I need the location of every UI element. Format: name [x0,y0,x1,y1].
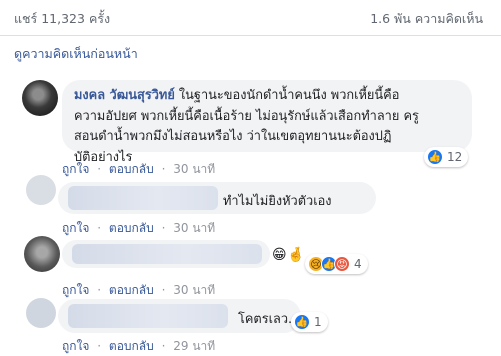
blurred-author-name [72,244,262,264]
avatar[interactable] [22,80,58,116]
comment-bubble: มงคล วัฒนสุรวิทย์ ในฐานะของนักดำน้ำคนนึง… [62,80,472,165]
avatar[interactable] [24,236,60,272]
like-link[interactable]: ถูกใจ [62,162,89,176]
timestamp[interactable]: 30 นาที [173,221,215,235]
like-link[interactable]: ถูกใจ [62,221,89,235]
like-link[interactable]: ถูกใจ [62,339,89,353]
like-link[interactable]: ถูกใจ [62,283,89,297]
comment-bubble: โคตรเลว.. [58,299,301,333]
reaction-count: 4 [354,257,362,271]
comment-actions: ถูกใจ · ตอบกลับ · 30 นาที [62,221,216,235]
comment-count[interactable]: 1.6 พัน ความคิดเห็น [370,9,483,29]
grin-emoji: 😁 [272,247,287,263]
comment-text: ทำไมไม่ยิงหัวตัวเอง [223,194,332,209]
blurred-author-name [68,304,228,328]
reply-link[interactable]: ตอบกลับ [109,339,154,353]
reaction-count: 12 [447,150,463,164]
reply-link[interactable]: ตอบกลับ [109,283,154,297]
reaction-summary[interactable]: 😢 👍 😡 4 [305,254,368,274]
like-reaction-icon: 👍 [294,314,310,330]
comment-actions: ถูกใจ · ตอบกลับ · 29 นาที [62,339,216,353]
comment-bubble [62,240,270,268]
like-reaction-icon: 👍 [427,149,443,165]
reaction-summary[interactable]: 👍 1 [291,312,328,332]
reaction-summary[interactable]: 👍 12 [424,147,469,167]
comment-author[interactable]: มงคล วัฒนสุรวิทย์ [74,88,175,103]
share-count[interactable]: แชร์ 11,323 ครั้ง [14,9,110,29]
timestamp[interactable]: 29 นาที [173,339,215,353]
reply-link[interactable]: ตอบกลับ [109,221,154,235]
post-stats-bar: แชร์ 11,323 ครั้ง 1.6 พัน ความคิดเห็น [0,0,501,36]
timestamp[interactable]: 30 นาที [173,283,215,297]
angry-reaction-icon: 😡 [334,256,350,272]
timestamp[interactable]: 30 นาที [173,162,215,176]
view-previous-comments-link[interactable]: ดูความคิดเห็นก่อนหน้า [14,44,138,64]
comment-bubble: ทำไมไม่ยิงหัวตัวเอง [58,182,376,214]
avatar[interactable] [26,298,56,328]
fingers-crossed-emoji: 🤞 [287,247,305,263]
reply-link[interactable]: ตอบกลับ [109,162,154,176]
avatar[interactable] [26,175,56,205]
comment-actions: ถูกใจ · ตอบกลับ · 30 นาที [62,283,216,297]
comment-actions: ถูกใจ · ตอบกลับ · 30 นาที [62,162,216,176]
reaction-count: 1 [314,315,322,329]
comment-text: มงคล วัฒนสุรวิทย์ ในฐานะของนักดำน้ำคนนึง… [74,88,419,165]
comment-text: โคตรเลว.. [238,312,297,327]
blurred-author-name [68,186,218,210]
